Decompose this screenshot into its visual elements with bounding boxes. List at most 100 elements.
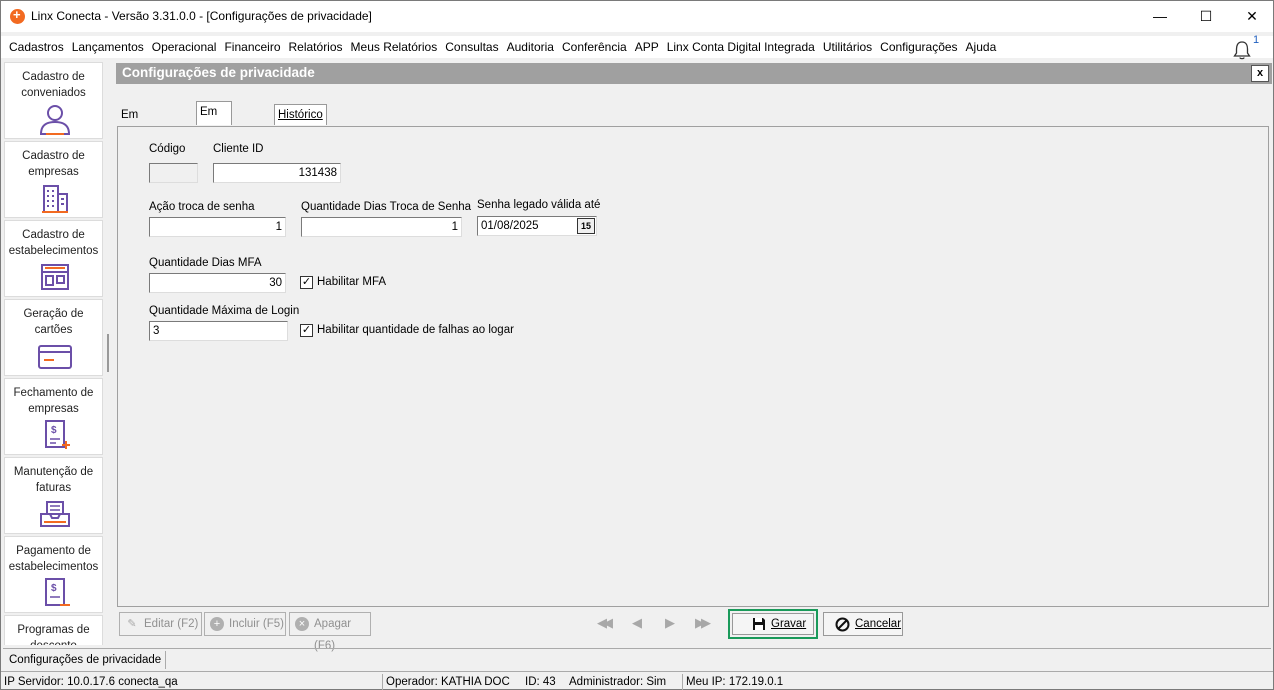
qtd-dias-mfa-label: Quantidade Dias MFA — [149, 257, 262, 269]
svg-text:$: $ — [51, 583, 57, 594]
menu-operacional[interactable]: Operacional — [148, 36, 221, 58]
cancelar-button[interactable]: Cancelar — [823, 612, 903, 636]
sidebar-item-label: Cadastro de conveniados — [21, 71, 86, 99]
panel-header: Configurações de privacidade x — [116, 63, 1272, 84]
sidebar-item-conveniados[interactable]: Cadastro de conveniados — [4, 62, 103, 139]
editar-label: Editar (F2) — [144, 618, 199, 630]
sidebar-item-estabelecimentos[interactable]: Cadastro de estabelecimentos — [4, 220, 103, 297]
svg-text:$: $ — [51, 425, 57, 436]
panel-title: Configurações de privacidade — [122, 65, 315, 80]
menu-linx-conta-digital[interactable]: Linx Conta Digital Integrada — [663, 36, 819, 58]
tab-historico[interactable]: Histórico — [274, 104, 327, 125]
store-icon — [41, 264, 69, 290]
floppy-disk-icon — [753, 618, 765, 630]
apagar-label: Apagar (F6) — [314, 618, 352, 652]
menu-app[interactable]: APP — [631, 36, 663, 58]
cancelar-label: Cancelar — [855, 618, 902, 630]
menu-financeiro[interactable]: Financeiro — [220, 36, 284, 58]
qtd-dias-troca-field[interactable]: 1 — [301, 217, 462, 237]
apagar-button[interactable]: × Apagar (F6) — [289, 612, 371, 652]
qtd-dias-troca-label: Quantidade Dias Troca de Senha — [301, 201, 472, 213]
cliente-id-field[interactable]: 131438 — [213, 163, 341, 183]
habilitar-mfa-checkbox[interactable]: ✓ — [300, 276, 313, 289]
menu-conferencia[interactable]: Conferência — [558, 36, 631, 58]
close-window-button[interactable]: ✕ — [1229, 1, 1274, 32]
menu-ajuda[interactable]: Ajuda — [962, 36, 1001, 58]
open-window-tab[interactable]: Configurações de privacidade — [5, 651, 167, 669]
next-record-icon[interactable]: ▶ — [665, 615, 675, 631]
sidebar-item-label: Manutenção de faturas — [13, 466, 94, 494]
sidebar-item-label: Programas de desconto — [17, 624, 90, 645]
senha-legado-value: 01/08/2025 — [481, 220, 539, 232]
editar-button[interactable]: ✎ Editar (F2) — [119, 612, 202, 636]
form-panel: Código Cliente ID 131438 Ação troca de s… — [117, 126, 1269, 607]
app-logo-icon — [10, 7, 25, 24]
maximize-button[interactable]: ☐ — [1183, 1, 1229, 32]
sidebar-item-label: Fechamento de empresas — [13, 387, 94, 415]
card-icon — [38, 345, 72, 369]
status-ip-servidor: IP Servidor: 10.0.17.6 conecta_qa — [4, 676, 178, 688]
menu-utilitarios[interactable]: Utilitários — [819, 36, 876, 58]
app-window: Linx Conecta - Versão 3.31.0.0 - [Config… — [0, 0, 1274, 690]
menu-consultas[interactable]: Consultas — [441, 36, 502, 58]
qtd-max-login-field[interactable]: 3 — [149, 321, 288, 341]
tab-em-ficha[interactable]: Em Ficha (F7) — [196, 101, 233, 158]
menu-configuracoes[interactable]: Configurações — [876, 36, 961, 58]
panel-close-button[interactable]: x — [1251, 65, 1269, 82]
window-title: Linx Conecta - Versão 3.31.0.0 - [Config… — [31, 9, 372, 23]
gravar-highlight: Gravar — [728, 609, 818, 639]
notification-count: 1 — [1253, 34, 1260, 46]
user-icon — [39, 105, 71, 135]
pencil-icon: ✎ — [127, 618, 137, 630]
sidebar-item-pagamento[interactable]: Pagamento de estabelecimentos $ — [4, 536, 103, 613]
invoice-icon: $ — [45, 420, 70, 449]
habilitar-falhas-checkbox[interactable]: ✓ — [300, 324, 313, 337]
qtd-dias-mfa-field[interactable]: 30 — [149, 273, 286, 293]
tray-icon — [40, 501, 70, 527]
bell-icon[interactable] — [1231, 39, 1253, 61]
menu-meus-relatorios[interactable]: Meus Relatórios — [347, 36, 442, 58]
acao-troca-senha-field[interactable]: 1 — [149, 217, 286, 237]
status-operador: Operador: KATHIA DOC — [382, 674, 510, 690]
menu-lancamentos[interactable]: Lançamentos — [68, 36, 148, 58]
incluir-label: Incluir (F5) — [229, 618, 284, 630]
sidebar-item-empresas[interactable]: Cadastro de empresas — [4, 141, 103, 218]
status-bar: IP Servidor: 10.0.17.6 conecta_qa Operad… — [1, 671, 1273, 690]
sidebar: Cadastro de conveniados Cadastro de empr… — [3, 61, 104, 645]
menu-cadastros[interactable]: Cadastros — [5, 36, 68, 58]
menu-relatorios[interactable]: Relatórios — [285, 36, 347, 58]
incluir-button[interactable]: + Incluir (F5) — [204, 612, 286, 636]
sidebar-item-label: Cadastro de empresas — [22, 150, 85, 178]
sidebar-splitter[interactable] — [107, 334, 109, 372]
sidebar-item-label: Cadastro de estabelecimentos — [8, 229, 99, 257]
payment-icon: $ — [45, 578, 70, 606]
sidebar-item-programas[interactable]: Programas de desconto — [4, 615, 103, 645]
gravar-label: Gravar — [771, 618, 807, 630]
first-record-icon[interactable]: ◀◀ — [597, 615, 613, 631]
window-tab-bar: Configurações de privacidade — [3, 648, 1271, 669]
sidebar-item-label: Pagamento de estabelecimentos — [8, 545, 99, 573]
previous-record-icon[interactable]: ◀ — [632, 615, 642, 631]
sidebar-item-cartoes[interactable]: Geração de cartões — [4, 299, 103, 376]
calendar-icon[interactable]: 15 — [577, 218, 595, 234]
title-bar: Linx Conecta - Versão 3.31.0.0 - [Config… — [1, 1, 1273, 32]
gravar-button[interactable]: Gravar — [732, 613, 814, 635]
senha-legado-field[interactable]: 01/08/2025 15 — [477, 216, 597, 236]
habilitar-mfa-label: Habilitar MFA — [317, 276, 387, 288]
sidebar-item-faturas[interactable]: Manutenção de faturas — [4, 457, 103, 534]
habilitar-falhas-label: Habilitar quantidade de falhas ao logar — [317, 324, 514, 336]
cancel-icon — [835, 617, 850, 632]
menu-auditoria[interactable]: Auditoria — [503, 36, 558, 58]
codigo-field — [149, 163, 198, 183]
status-id: ID: 43 — [525, 676, 556, 688]
acao-troca-senha-label: Ação troca de senha — [149, 201, 255, 213]
tab-em-grade[interactable]: Em Grade (F3) — [117, 104, 157, 161]
delete-icon: × — [295, 617, 309, 631]
status-administrador: Administrador: Sim — [569, 676, 667, 688]
last-record-icon[interactable]: ▶▶ — [695, 615, 711, 631]
sidebar-item-fechamento[interactable]: Fechamento de empresas $ — [4, 378, 103, 455]
cliente-id-label: Cliente ID — [213, 143, 264, 155]
minimize-button[interactable]: — — [1137, 1, 1183, 32]
menu-bar: Cadastros Lançamentos Operacional Financeir… — [1, 36, 1273, 58]
plus-icon: + — [210, 617, 224, 631]
